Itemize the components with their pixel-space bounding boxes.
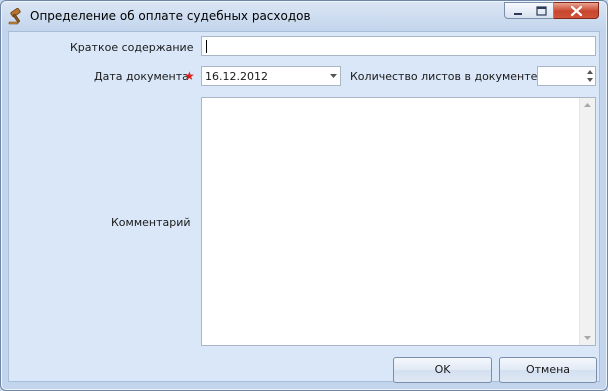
scroll-down-icon[interactable] bbox=[584, 336, 591, 340]
spin-up-icon[interactable] bbox=[587, 70, 593, 74]
date-label: Дата документа bbox=[94, 70, 189, 83]
ok-button[interactable]: OK bbox=[393, 357, 492, 383]
summary-input[interactable] bbox=[201, 36, 596, 56]
maximize-button[interactable] bbox=[529, 2, 554, 19]
comment-label: Комментарий bbox=[111, 216, 191, 229]
chevron-down-icon[interactable] bbox=[330, 74, 337, 78]
dialog-content: Краткое содержание Дата документа ★ 16.1… bbox=[8, 31, 600, 383]
pages-label: Количество листов в документе bbox=[350, 70, 538, 83]
comment-textarea[interactable] bbox=[201, 97, 596, 346]
window-title: Определение об оплате судебных расходов bbox=[30, 9, 311, 23]
spin-down-icon[interactable] bbox=[587, 78, 593, 82]
text-caret bbox=[206, 40, 207, 53]
comment-scrollbar[interactable] bbox=[579, 98, 595, 345]
required-star-icon: ★ bbox=[184, 69, 195, 83]
cancel-button[interactable]: Отмена bbox=[499, 357, 597, 383]
summary-label: Краткое содержание bbox=[70, 41, 194, 54]
maximize-icon bbox=[536, 6, 547, 16]
date-picker[interactable]: 16.12.2012 bbox=[201, 66, 341, 86]
close-button[interactable] bbox=[554, 2, 599, 19]
dialog-window: Определение об оплате судебных расходов … bbox=[0, 0, 608, 391]
minimize-button[interactable] bbox=[504, 2, 530, 19]
gavel-icon bbox=[8, 8, 21, 25]
scroll-up-icon[interactable] bbox=[584, 103, 591, 107]
minimize-icon bbox=[514, 13, 522, 15]
title-bar[interactable]: Определение об оплате судебных расходов bbox=[1, 1, 607, 31]
date-value: 16.12.2012 bbox=[205, 70, 268, 83]
pages-count-spinner[interactable] bbox=[537, 66, 596, 86]
close-icon bbox=[570, 5, 583, 17]
